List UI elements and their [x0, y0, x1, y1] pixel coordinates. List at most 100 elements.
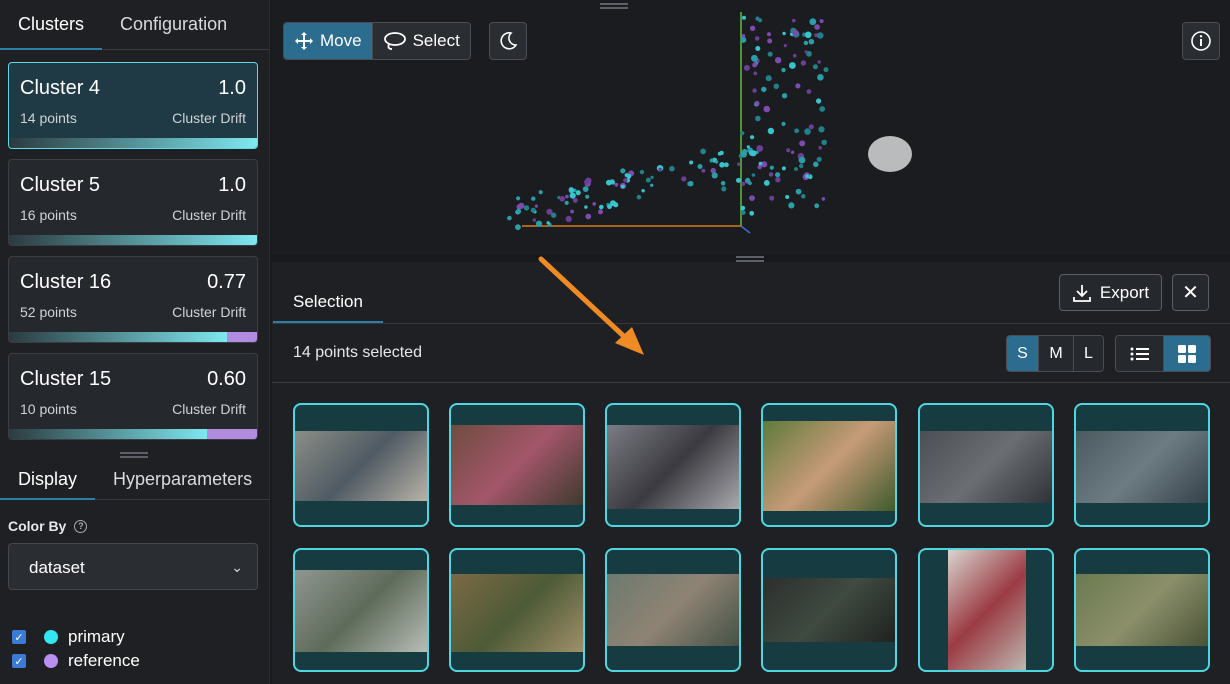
point-marker: [623, 178, 628, 183]
drift-bar-reference: [207, 429, 257, 439]
drift-bar-primary: [9, 332, 228, 342]
thumbnail-man-phone-photo[interactable]: [449, 548, 585, 672]
thumbnail-runner-photo[interactable]: [293, 548, 429, 672]
point-marker: [752, 62, 758, 68]
size-m-button[interactable]: M: [1038, 336, 1073, 371]
point-marker: [821, 139, 827, 146]
point-marker: [639, 169, 645, 175]
point-marker: [740, 131, 745, 136]
color-by-select[interactable]: dataset ⌄: [8, 543, 258, 590]
list-view-button[interactable]: [1116, 336, 1163, 371]
point-marker: [823, 67, 829, 73]
point-marker: [754, 36, 760, 41]
point-marker: [669, 165, 675, 172]
tab-display[interactable]: Display: [0, 460, 96, 500]
point-marker: [795, 188, 802, 195]
legend-label: reference: [68, 651, 140, 670]
thumbnail-image: [295, 431, 427, 501]
help-icon[interactable]: ?: [74, 519, 88, 533]
point-marker: [740, 36, 747, 43]
thumbnail-dark-scene-photo[interactable]: [761, 548, 897, 672]
export-label: Export: [1099, 282, 1150, 302]
legend-label: primary: [68, 627, 125, 646]
point-markers: [507, 15, 829, 231]
thumbnail-object-closeup-photo[interactable]: [605, 403, 741, 527]
color-by-value: dataset: [29, 558, 85, 577]
point-marker: [788, 202, 795, 209]
cluster-card[interactable]: Cluster 15 0.60 10 points Cluster Drift: [8, 353, 258, 440]
point-marker: [799, 140, 806, 147]
point-marker: [775, 172, 781, 178]
point-marker: [743, 64, 750, 71]
tab-configuration[interactable]: Configuration: [102, 0, 245, 49]
point-marker: [766, 32, 772, 37]
point-marker: [570, 209, 574, 214]
cluster-card[interactable]: Cluster 4 1.0 14 points Cluster Drift: [8, 62, 258, 149]
grid-view-button[interactable]: [1163, 336, 1210, 371]
thumbnail-image: [763, 578, 895, 642]
cluster-metric-label: Cluster Drift: [172, 207, 246, 223]
view-mode-toggle: [1115, 335, 1211, 372]
point-marker: [789, 62, 796, 69]
point-marker: [808, 124, 814, 130]
cluster-name: Cluster 16: [20, 271, 112, 293]
point-marker: [763, 105, 771, 113]
thumbnail-crowd-photo[interactable]: [918, 403, 1054, 527]
thumbnail-bike-forest-photo[interactable]: [1074, 548, 1210, 672]
point-marker: [749, 25, 756, 31]
thumbnail-image: [948, 550, 1026, 670]
tab-clusters[interactable]: Clusters: [0, 0, 103, 50]
point-marker: [689, 160, 694, 165]
drift-bar-primary: [9, 138, 257, 148]
thumbnail-kids-vr-photo[interactable]: [293, 403, 429, 527]
point-marker: [532, 218, 536, 222]
size-s-button[interactable]: S: [1007, 336, 1038, 371]
thumbnail-hug-photo[interactable]: [761, 403, 897, 527]
cluster-drift-bar: [9, 429, 257, 439]
reference-checkbox[interactable]: ✓: [12, 654, 26, 668]
thumbnail-woman-red-photo[interactable]: [918, 548, 1054, 672]
thumbnail-image: [1076, 574, 1208, 646]
tab-selection[interactable]: Selection: [273, 282, 383, 323]
point-marker: [507, 215, 512, 221]
point-marker: [709, 158, 714, 163]
point-marker: [816, 156, 822, 162]
point-marker: [750, 135, 755, 140]
point-marker: [785, 195, 790, 199]
export-button[interactable]: Export: [1059, 274, 1162, 311]
point-marker: [565, 194, 569, 199]
chevron-down-icon: ⌄: [231, 559, 243, 575]
cluster-name: Cluster 15: [20, 368, 112, 390]
point-marker: [773, 83, 780, 90]
point-cloud-viewport[interactable]: Move Select: [272, 0, 1230, 255]
point-marker: [761, 86, 767, 93]
point-marker: [650, 183, 654, 187]
thumbnail-child-photo[interactable]: [605, 548, 741, 672]
point-marker: [782, 31, 786, 36]
point-marker: [650, 175, 654, 180]
tab-hyperparameters[interactable]: Hyperparameters: [95, 460, 270, 499]
primary-checkbox[interactable]: ✓: [12, 630, 26, 644]
sidebar-resize-handle[interactable]: [120, 452, 148, 458]
size-l-button[interactable]: L: [1073, 336, 1103, 371]
point-marker: [719, 162, 725, 168]
close-selection-button[interactable]: ✕: [1172, 274, 1209, 311]
thumbnail-woman-phone-photo[interactable]: [449, 403, 585, 527]
point-marker: [515, 224, 521, 231]
point-marker: [518, 202, 525, 209]
point-marker: [792, 29, 799, 36]
sidebar: Clusters Configuration Cluster 4 1.0 14 …: [0, 0, 270, 684]
point-marker: [658, 167, 662, 172]
cluster-card[interactable]: Cluster 5 1.0 16 points Cluster Drift: [8, 159, 258, 246]
cluster-drift-value: 1.0: [218, 174, 246, 196]
point-marker: [687, 180, 694, 187]
point-marker: [568, 187, 575, 194]
point-marker: [752, 88, 757, 93]
cluster-drift-value: 0.60: [207, 368, 246, 390]
cluster-card[interactable]: Cluster 16 0.77 52 points Cluster Drift: [8, 256, 258, 343]
divider: [272, 382, 1230, 383]
point-marker: [584, 179, 590, 185]
point-marker: [535, 220, 543, 227]
point-marker: [745, 177, 751, 183]
thumbnail-people-outdoor-photo[interactable]: [1074, 403, 1210, 527]
